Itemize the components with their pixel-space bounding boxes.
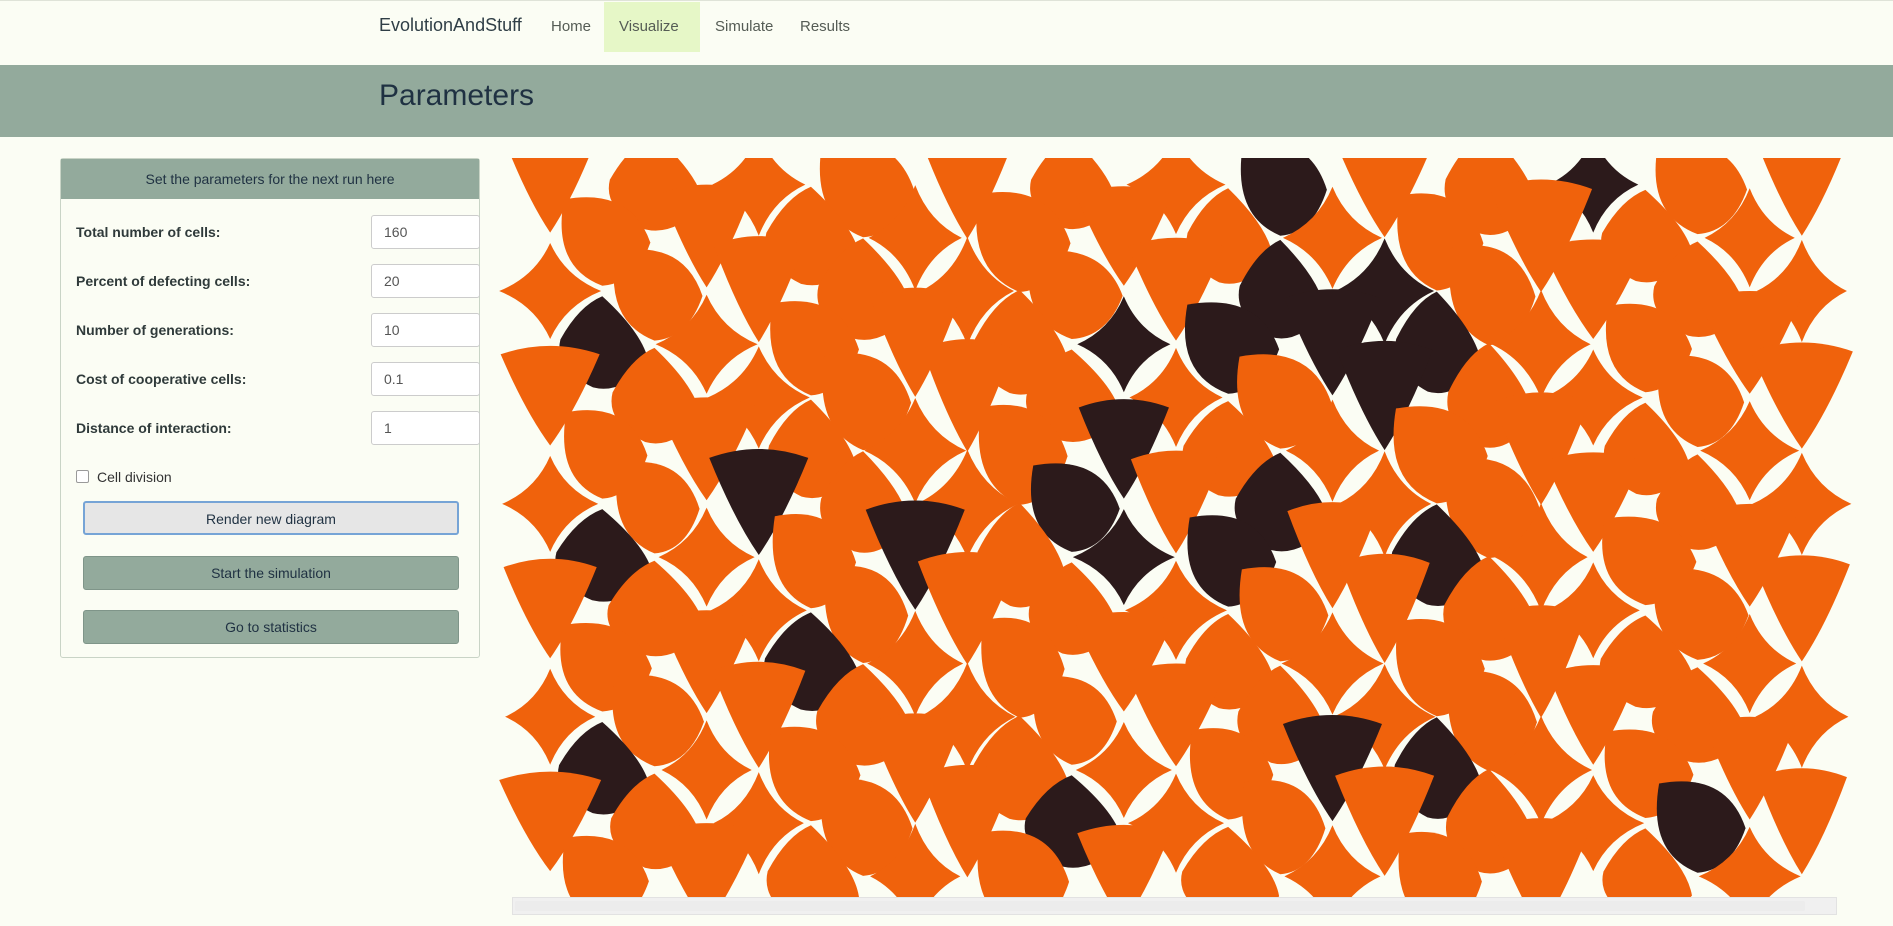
cooperator-cell (655, 823, 758, 926)
cell-division-option[interactable]: Cell division (76, 469, 172, 485)
cell-division-checkbox[interactable] (76, 470, 89, 483)
field-defecting-percent: Percent of defecting cells: (76, 264, 480, 298)
field-cooperation-cost: Cost of cooperative cells: (76, 362, 480, 396)
cooperator-cell (1077, 824, 1171, 925)
nav-home[interactable]: Home (536, 2, 606, 52)
cell-division-label: Cell division (97, 469, 172, 485)
start-simulation-button[interactable]: Start the simulation (83, 556, 459, 590)
nav-results[interactable]: Results (785, 2, 865, 52)
defecting-percent-label: Percent of defecting cells: (76, 273, 251, 289)
page-banner: Parameters (0, 65, 1893, 137)
total-cells-input[interactable] (371, 215, 480, 249)
field-interaction-distance: Distance of interaction: (76, 411, 480, 445)
total-cells-label: Total number of cells: (76, 224, 221, 240)
defecting-percent-input[interactable] (371, 264, 480, 298)
interaction-distance-input[interactable] (371, 411, 480, 445)
statistics-button[interactable]: Go to statistics (83, 610, 459, 644)
top-navbar: EvolutionAndStuff Home Visualize Simulat… (0, 0, 1893, 79)
render-diagram-button[interactable]: Render new diagram (83, 501, 459, 535)
nav-simulate[interactable]: Simulate (700, 2, 788, 52)
brand-link[interactable]: EvolutionAndStuff (379, 15, 522, 36)
nav-visualize-label: Visualize (619, 18, 679, 35)
generations-input[interactable] (371, 313, 480, 347)
parameters-panel: Set the parameters for the next run here… (60, 158, 480, 658)
cell-diagram (498, 126, 1854, 926)
panel-heading: Set the parameters for the next run here (61, 159, 479, 199)
generations-label: Number of generations: (76, 322, 234, 338)
cooperator-cell (1491, 818, 1591, 926)
cell-diagram-canvas (499, 126, 1853, 926)
field-total-cells: Total number of cells: (76, 215, 480, 249)
nav-visualize-dropdown[interactable]: Visualize (604, 2, 700, 79)
cooperation-cost-label: Cost of cooperative cells: (76, 371, 247, 387)
horizontal-scrollbar[interactable] (512, 897, 1837, 915)
cooperation-cost-input[interactable] (371, 362, 480, 396)
page-title: Parameters (379, 79, 535, 112)
interaction-distance-label: Distance of interaction: (76, 420, 232, 436)
field-generations: Number of generations: (76, 313, 480, 347)
scrollbar-thumb[interactable] (515, 901, 1805, 911)
